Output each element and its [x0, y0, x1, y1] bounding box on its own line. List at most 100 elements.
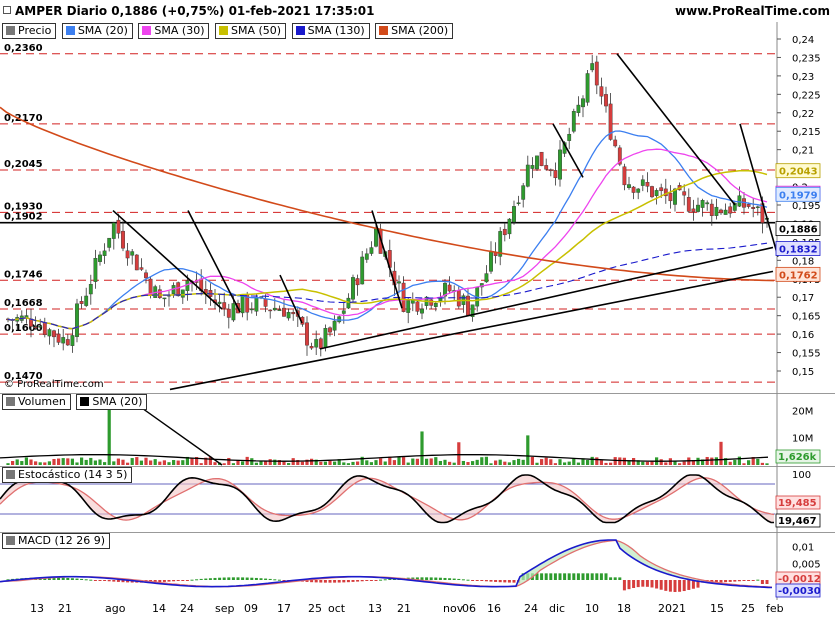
volume-bar: [622, 457, 626, 465]
legend-price[interactable]: Precio: [2, 23, 57, 39]
y-tick-label: 0,215: [792, 127, 821, 138]
volume-bar: [282, 461, 286, 465]
x-tick-label: sep: [215, 602, 235, 615]
stoch-tick-label: 100: [792, 470, 811, 481]
legend-vol-sma20[interactable]: SMA (20): [76, 394, 148, 410]
legend-label: SMA (20): [92, 395, 143, 408]
candle-body: [38, 326, 43, 328]
candle-body: [553, 170, 558, 179]
candle-body: [144, 272, 148, 279]
macd-histogram-bar: [687, 580, 691, 590]
volume-legend: Volumen SMA (20): [2, 394, 149, 410]
volume-bar: [287, 463, 291, 465]
candle-body: [139, 267, 144, 270]
macd-histogram-bar: [549, 573, 553, 580]
candle-body: [659, 187, 664, 191]
legend-sma50[interactable]: SMA (50): [214, 23, 287, 39]
macd-histogram-bar: [724, 580, 728, 583]
macd-histogram-bar: [498, 580, 502, 583]
legend-sma130[interactable]: SMA (130): [291, 23, 370, 39]
chart-title: AMPER Diario 0,1886 (+0,75%) 01-feb-2021…: [15, 4, 375, 18]
macd-histogram-bar: [645, 580, 649, 587]
level-label: 0,1668: [4, 298, 43, 309]
macd-histogram-bar: [319, 580, 323, 583]
macd-histogram-bar: [586, 573, 590, 580]
x-tick-label: 14: [152, 602, 166, 615]
volume-bar: [618, 457, 622, 465]
candle-body: [240, 295, 245, 314]
macd-histogram-bar: [185, 580, 189, 581]
window-icon[interactable]: [3, 6, 11, 14]
candle-body: [650, 186, 654, 198]
volume-bar: [742, 463, 746, 465]
candle-body: [268, 309, 273, 312]
legend-label: Estocástico (14 3 5): [18, 468, 128, 481]
volume-bar: [664, 462, 668, 465]
volume-bar: [75, 462, 79, 465]
volume-bar: [190, 458, 194, 465]
candle-body: [351, 277, 355, 300]
macd-histogram-bar: [383, 579, 387, 581]
y-tick-label: 0,23: [792, 72, 814, 83]
macd-histogram-bar: [277, 579, 281, 581]
volume-bar: [553, 463, 557, 465]
macd-histogram-bar: [369, 580, 373, 581]
volume-bar: [549, 459, 553, 465]
volume-bar: [374, 460, 378, 465]
macd-histogram-bar: [503, 580, 507, 583]
legend-sma20[interactable]: SMA (20): [61, 23, 133, 39]
volume-bar: [599, 460, 603, 465]
x-tick-label: 25: [308, 602, 322, 615]
legend-sma200[interactable]: SMA (200): [375, 23, 454, 39]
volume-bar: [466, 462, 470, 465]
volume-bar: [38, 462, 42, 465]
macd-histogram-bar: [112, 580, 116, 582]
legend-label: SMA (50): [230, 24, 282, 37]
x-tick-label: 17: [277, 602, 291, 615]
legend-macd[interactable]: MACD (12 26 9): [2, 533, 111, 549]
candle-body: [61, 337, 66, 344]
candle-body: [79, 301, 84, 304]
volume-bar: [259, 461, 263, 465]
volume-bar: [107, 409, 111, 465]
volume-bar: [530, 456, 534, 465]
macd-histogram-bar: [751, 580, 755, 581]
stoch-value-label: 19,485: [778, 498, 817, 509]
stochastic-legend: Estocástico (14 3 5): [2, 467, 134, 483]
volume-bar: [728, 461, 732, 465]
x-tick-label: nov: [443, 602, 464, 615]
volume-bar: [34, 461, 38, 465]
macd-histogram-bar: [641, 580, 645, 587]
macd-histogram-bar: [227, 577, 231, 580]
candle-body: [420, 308, 424, 314]
macd-histogram-bar: [682, 580, 686, 592]
volume-bar: [590, 456, 594, 465]
volume-bar: [93, 460, 97, 465]
site-link[interactable]: www.ProRealTime.com: [675, 4, 830, 18]
legend-stochastic[interactable]: Estocástico (14 3 5): [2, 467, 133, 483]
macd-histogram-bar: [259, 578, 263, 580]
legend-volume[interactable]: Volumen: [2, 394, 71, 410]
candle-body: [75, 303, 79, 337]
macd-histogram-bar: [374, 580, 378, 581]
candle-body: [286, 311, 291, 319]
volume-bar: [52, 458, 56, 465]
volume-bar: [425, 458, 429, 465]
macd-legend: MACD (12 26 9): [2, 533, 112, 549]
volume-bar: [116, 458, 120, 465]
volume-bar: [222, 463, 226, 465]
macd-histogram-bar: [747, 580, 751, 581]
candle-body: [33, 326, 38, 329]
macd-histogram-bar: [218, 577, 222, 580]
candle-body: [539, 151, 544, 167]
price-bg: [0, 22, 835, 393]
candle-body: [489, 251, 493, 272]
volume-bar: [250, 458, 254, 465]
legend-sma30[interactable]: SMA (30): [138, 23, 210, 39]
candle-body: [581, 98, 585, 108]
candle-body: [604, 94, 608, 107]
volume-bar: [475, 459, 479, 465]
volume-bar: [273, 459, 277, 465]
volume-bar: [6, 463, 10, 465]
candle-body: [88, 284, 93, 295]
